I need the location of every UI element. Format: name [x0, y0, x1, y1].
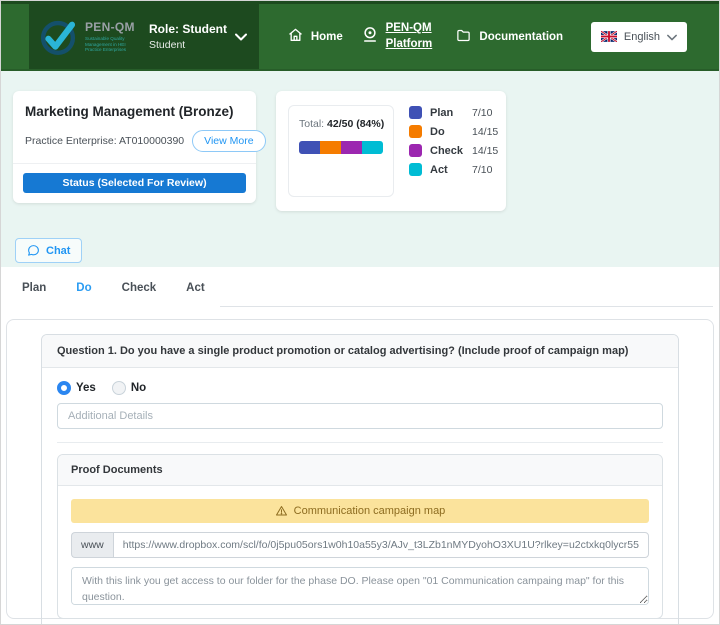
- legend-row-do: Do 14/15: [409, 125, 498, 138]
- warning-icon: [275, 505, 288, 517]
- phase-tabs: Plan Do Check Act: [1, 267, 719, 307]
- proof-warning-banner: Communication campaign map: [71, 499, 649, 523]
- legend-score: 7/10: [472, 164, 492, 176]
- brand-panel: PEN-QM Sustainable Quality Management in…: [29, 4, 259, 69]
- score-total-box: Total: 42/50 (84%): [288, 105, 394, 197]
- url-prefix-addon: www: [71, 532, 113, 558]
- answer-radio-group: Yes No: [57, 381, 663, 395]
- role-dropdown[interactable]: Role: Student Student: [149, 22, 247, 51]
- chat-bubble-icon: [27, 244, 40, 257]
- course-card-top: Marketing Management (Bronze) Practice E…: [13, 91, 256, 163]
- uk-flag-icon: [601, 31, 617, 42]
- chat-label: Chat: [46, 245, 70, 257]
- score-segment-do: [320, 141, 341, 154]
- course-card-footer: Status (Selected For Review): [13, 163, 256, 203]
- logo-title: PEN-QM: [85, 20, 139, 34]
- folder-icon: [455, 28, 472, 46]
- warning-text: Communication campaign map: [294, 505, 446, 517]
- score-legend: Plan 7/10 Do 14/15 Check 14/15: [409, 105, 498, 197]
- overview-section: Marketing Management (Bronze) Practice E…: [1, 71, 719, 267]
- tab-act[interactable]: Act: [171, 267, 220, 307]
- nav-item-pen-qm-platform[interactable]: PEN-QM Platform: [361, 21, 438, 52]
- chat-button[interactable]: Chat: [15, 238, 82, 263]
- legend-swatch: [409, 106, 422, 119]
- total-label: Total:: [299, 118, 324, 130]
- radio-yes-icon[interactable]: [57, 381, 71, 395]
- score-bar: [299, 141, 383, 154]
- nav-item-home[interactable]: Home: [287, 27, 343, 46]
- legend-row-check: Check 14/15: [409, 144, 498, 157]
- proof-url-input[interactable]: [113, 532, 649, 558]
- legend-score: 7/10: [472, 107, 492, 119]
- question-card: Question 1. Do you have a single product…: [41, 334, 679, 625]
- legend-swatch: [409, 144, 422, 157]
- proof-documents-body: Communication campaign map www With this…: [58, 486, 662, 618]
- proof-documents-title: Proof Documents: [58, 455, 662, 486]
- page: PEN-QM Sustainable Quality Management in…: [0, 0, 720, 625]
- nav-item-label: PEN-QM Platform: [386, 21, 438, 52]
- score-segment-check: [341, 141, 362, 154]
- language-selector[interactable]: English: [591, 22, 687, 52]
- score-total-line: Total: 42/50 (84%): [299, 118, 383, 130]
- platform-eye-icon: [361, 26, 379, 47]
- chevron-down-icon: [667, 28, 677, 46]
- course-title: Marketing Management (Bronze): [25, 104, 244, 119]
- home-icon: [287, 27, 304, 46]
- role-sublabel: Student: [149, 39, 227, 51]
- logo-subtitle: Sustainable Quality Management in HEI Pr…: [85, 36, 139, 53]
- radio-no-label: No: [131, 382, 146, 394]
- nav-item-documentation[interactable]: Documentation: [455, 28, 563, 46]
- tab-do[interactable]: Do: [61, 267, 106, 307]
- pen-qm-logo-icon[interactable]: [37, 16, 79, 58]
- main-nav: Home PEN-QM Platform Documentation: [259, 4, 591, 69]
- role-label: Role: Student: [149, 22, 227, 36]
- score-segment-plan: [299, 141, 320, 154]
- legend-name: Act: [430, 164, 464, 176]
- score-segment-act: [362, 141, 383, 154]
- legend-name: Do: [430, 126, 464, 138]
- question-title: Question 1. Do you have a single product…: [42, 335, 678, 368]
- legend-name: Check: [430, 145, 464, 157]
- tab-content-panel: Question 1. Do you have a single product…: [6, 319, 714, 619]
- additional-details-input[interactable]: [57, 403, 663, 429]
- top-navbar: PEN-QM Sustainable Quality Management in…: [1, 1, 719, 71]
- score-card: Total: 42/50 (84%) Plan 7/10: [276, 91, 506, 211]
- legend-row-plan: Plan 7/10: [409, 106, 498, 119]
- language-label: English: [624, 31, 660, 43]
- total-value: 42/50 (84%): [327, 118, 384, 130]
- proof-url-group: www: [71, 532, 649, 558]
- radio-yes-label: Yes: [76, 382, 96, 394]
- overview-cards-row: Marketing Management (Bronze) Practice E…: [13, 91, 707, 211]
- legend-row-act: Act 7/10: [409, 163, 498, 176]
- legend-score: 14/15: [472, 126, 498, 138]
- enterprise-label: Practice Enterprise: AT010000390: [25, 135, 184, 147]
- tabs-divider: [220, 306, 713, 307]
- radio-option-no[interactable]: No: [112, 381, 146, 395]
- legend-swatch: [409, 125, 422, 138]
- view-more-button[interactable]: View More: [192, 130, 265, 152]
- nav-item-label: Documentation: [479, 31, 563, 43]
- status-button[interactable]: Status (Selected For Review): [23, 173, 246, 193]
- tab-check[interactable]: Check: [107, 267, 172, 307]
- tab-plan[interactable]: Plan: [7, 267, 61, 307]
- legend-name: Plan: [430, 107, 464, 119]
- question-divider: [57, 442, 663, 443]
- proof-note-textarea[interactable]: With this link you get access to our fol…: [71, 567, 649, 605]
- logo-text: PEN-QM Sustainable Quality Management in…: [85, 20, 139, 53]
- legend-score: 14/15: [472, 145, 498, 157]
- course-card: Marketing Management (Bronze) Practice E…: [13, 91, 256, 203]
- legend-swatch: [409, 163, 422, 176]
- radio-option-yes[interactable]: Yes: [57, 381, 96, 395]
- nav-item-label: Home: [311, 31, 343, 43]
- chevron-down-icon: [235, 28, 247, 46]
- question-body: Yes No Proof Documents: [42, 368, 678, 625]
- radio-no-icon[interactable]: [112, 381, 126, 395]
- proof-documents-card: Proof Documents Communication campaign m…: [57, 454, 663, 619]
